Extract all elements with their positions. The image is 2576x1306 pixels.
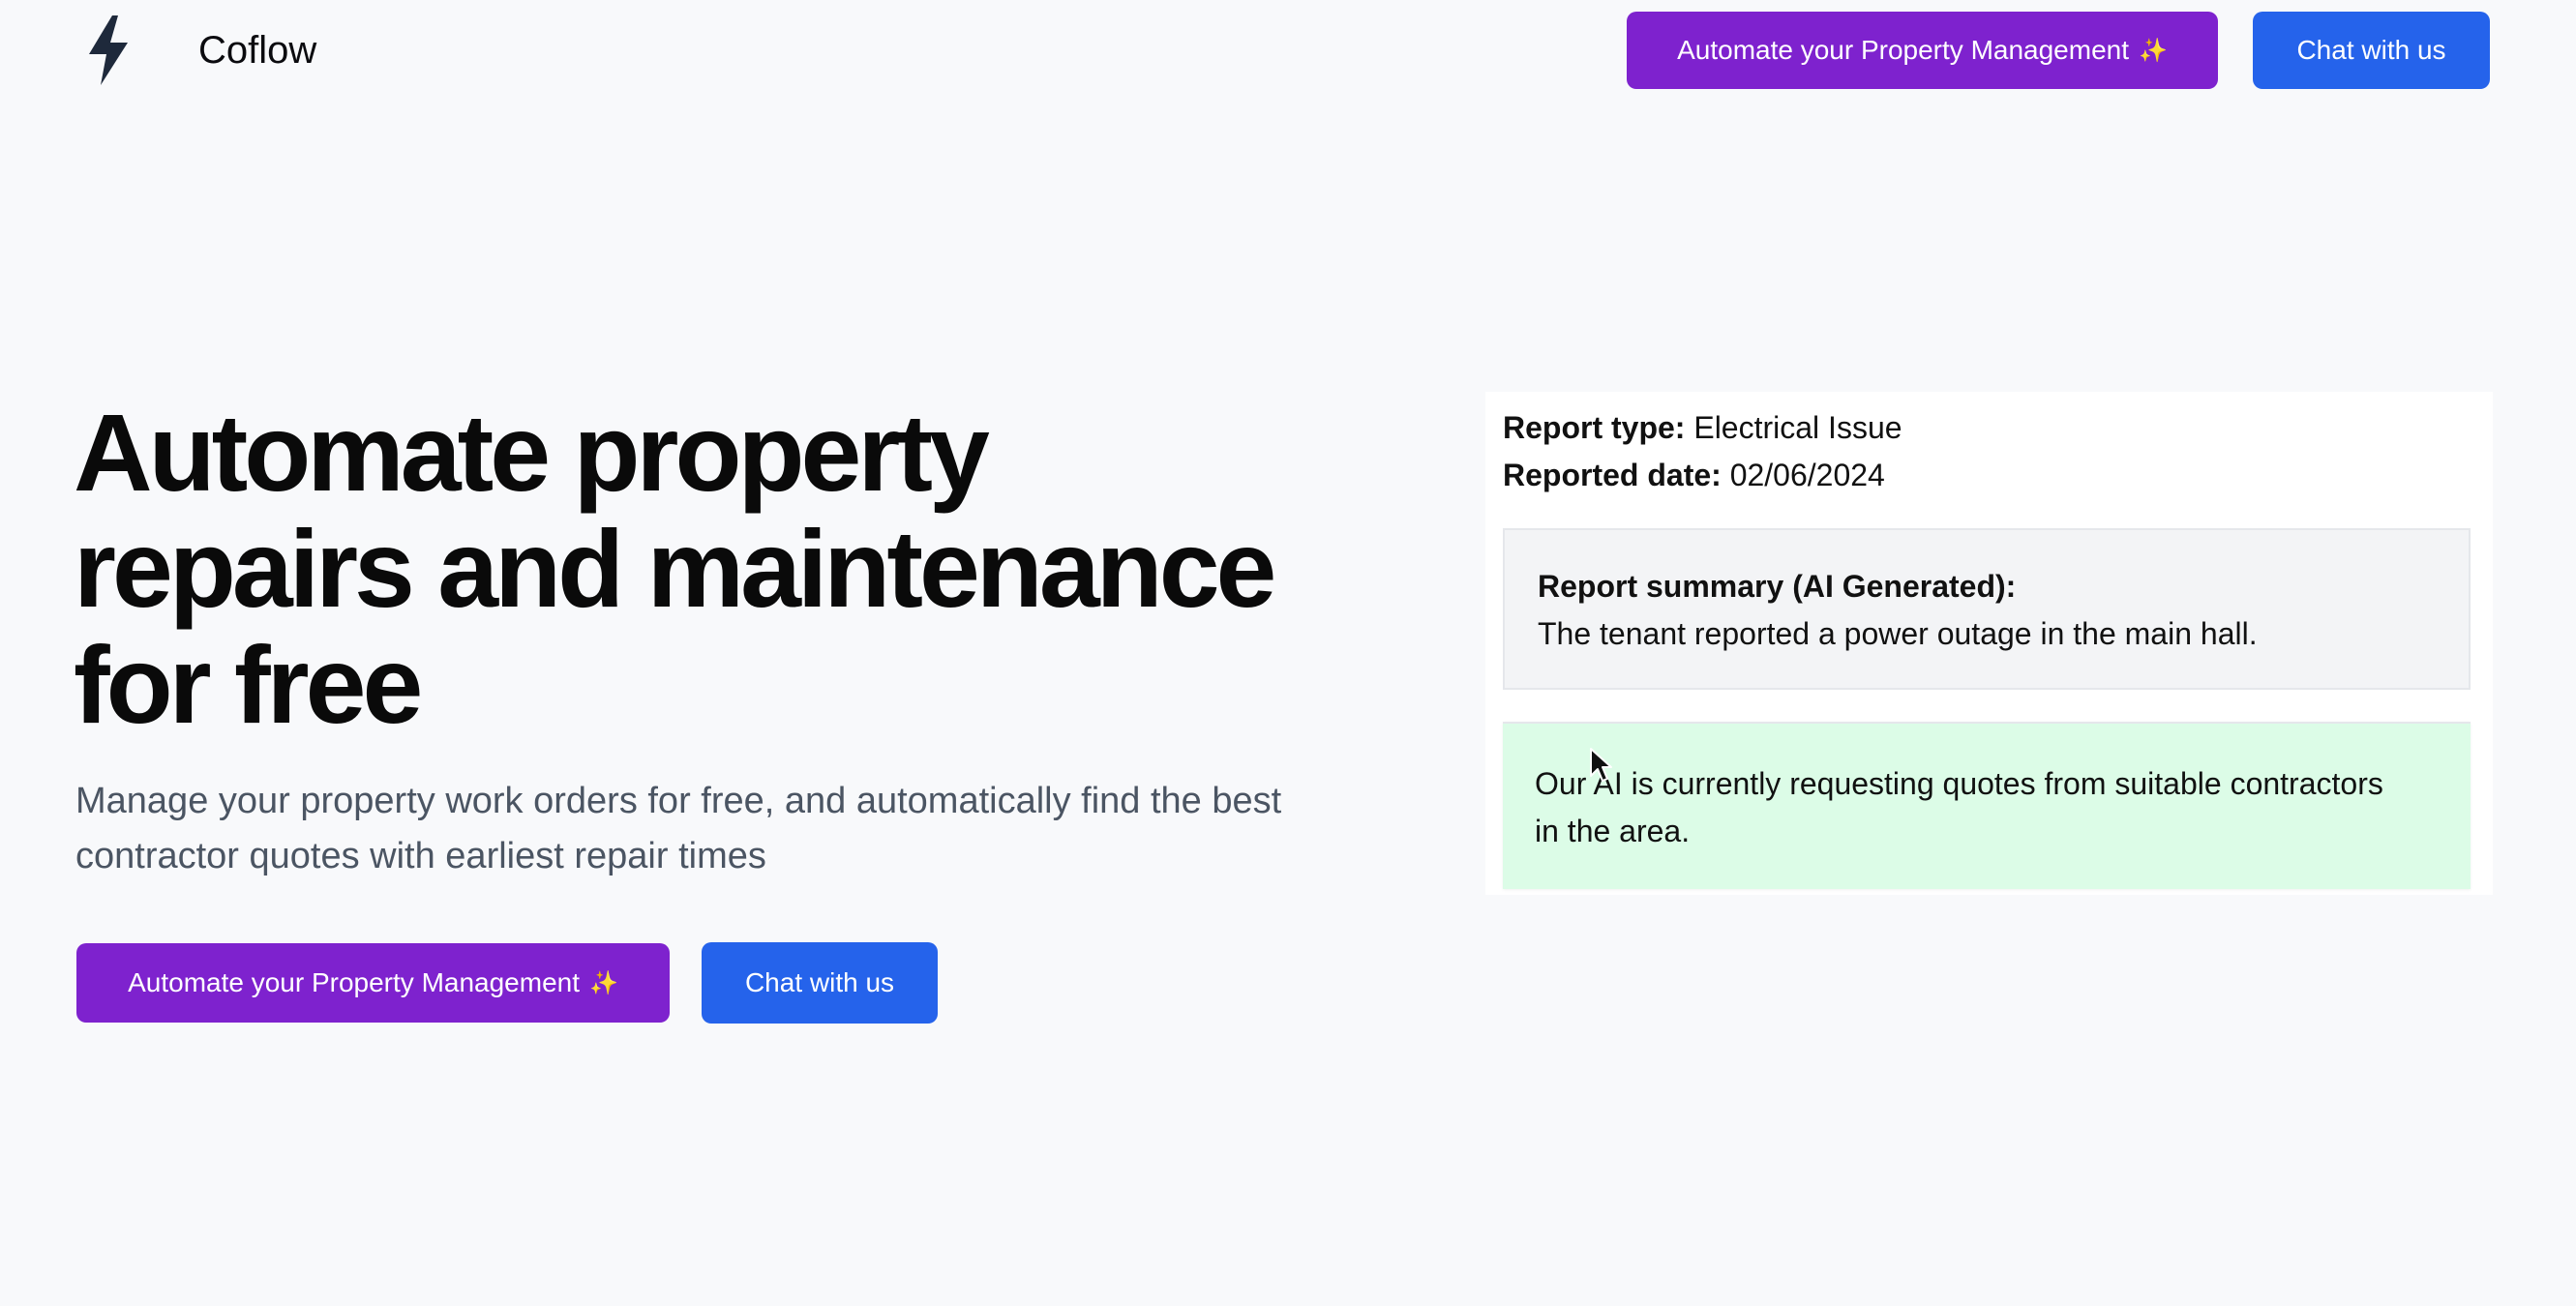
mouse-pointer-icon [1590,748,1612,782]
ai-status-line: Our AI is currently requesting quotes fr… [1535,766,2383,801]
header-automate-button[interactable]: Automate your Property Management ✨ [1627,12,2218,89]
hero-title-line: for free [74,624,423,746]
reported-date: Reported date: 02/06/2024 [1503,456,1885,494]
lightning-bolt-icon[interactable] [83,14,134,87]
hero-chat-button[interactable]: Chat with us [702,942,938,1024]
sparkles-icon: ✨ [589,969,618,996]
sparkles-icon: ✨ [2139,37,2168,64]
brand-name[interactable]: Coflow [198,27,316,74]
ai-status-line: in the area. [1535,814,1691,848]
report-summary-box: Report summary (AI Generated): The tenan… [1503,528,2471,690]
hero-title-line: repairs and maintenance [74,508,1276,630]
site-header: Coflow Automate your Property Management… [0,0,2576,103]
report-summary-title: Report summary (AI Generated): [1538,569,2017,604]
hero-subtitle-line: Manage your property work orders for fre… [75,781,1282,821]
report-type: Report type: Electrical Issue [1503,408,1902,447]
report-type-value: Electrical Issue [1693,410,1902,445]
hero-subtitle: Manage your property work orders for fre… [75,774,1392,884]
report-type-label: Report type: [1503,410,1686,445]
report-card: Report type: Electrical Issue Reported d… [1485,392,2493,895]
hero-automate-label: Automate your Property Management [128,967,581,997]
hero-title-line: Automate property [74,392,990,514]
ai-status-box: Our AI is currently requesting quotes fr… [1503,722,2471,889]
reported-date-label: Reported date: [1503,458,1722,492]
ai-status-text: Our AI is currently requesting quotes fr… [1535,760,2444,855]
hero-automate-button[interactable]: Automate your Property Management ✨ [76,943,670,1023]
report-summary-text: The tenant reported a power outage in th… [1538,616,2258,651]
reported-date-value: 02/06/2024 [1729,458,1885,492]
header-chat-button[interactable]: Chat with us [2253,12,2490,89]
hero-title: Automate property repairs and maintenanc… [74,395,1467,743]
header-automate-label: Automate your Property Management [1677,35,2130,65]
hero-chat-label: Chat with us [744,967,895,997]
header-chat-label: Chat with us [2296,35,2446,65]
hero-subtitle-line: contractor quotes with earliest repair t… [75,836,766,876]
